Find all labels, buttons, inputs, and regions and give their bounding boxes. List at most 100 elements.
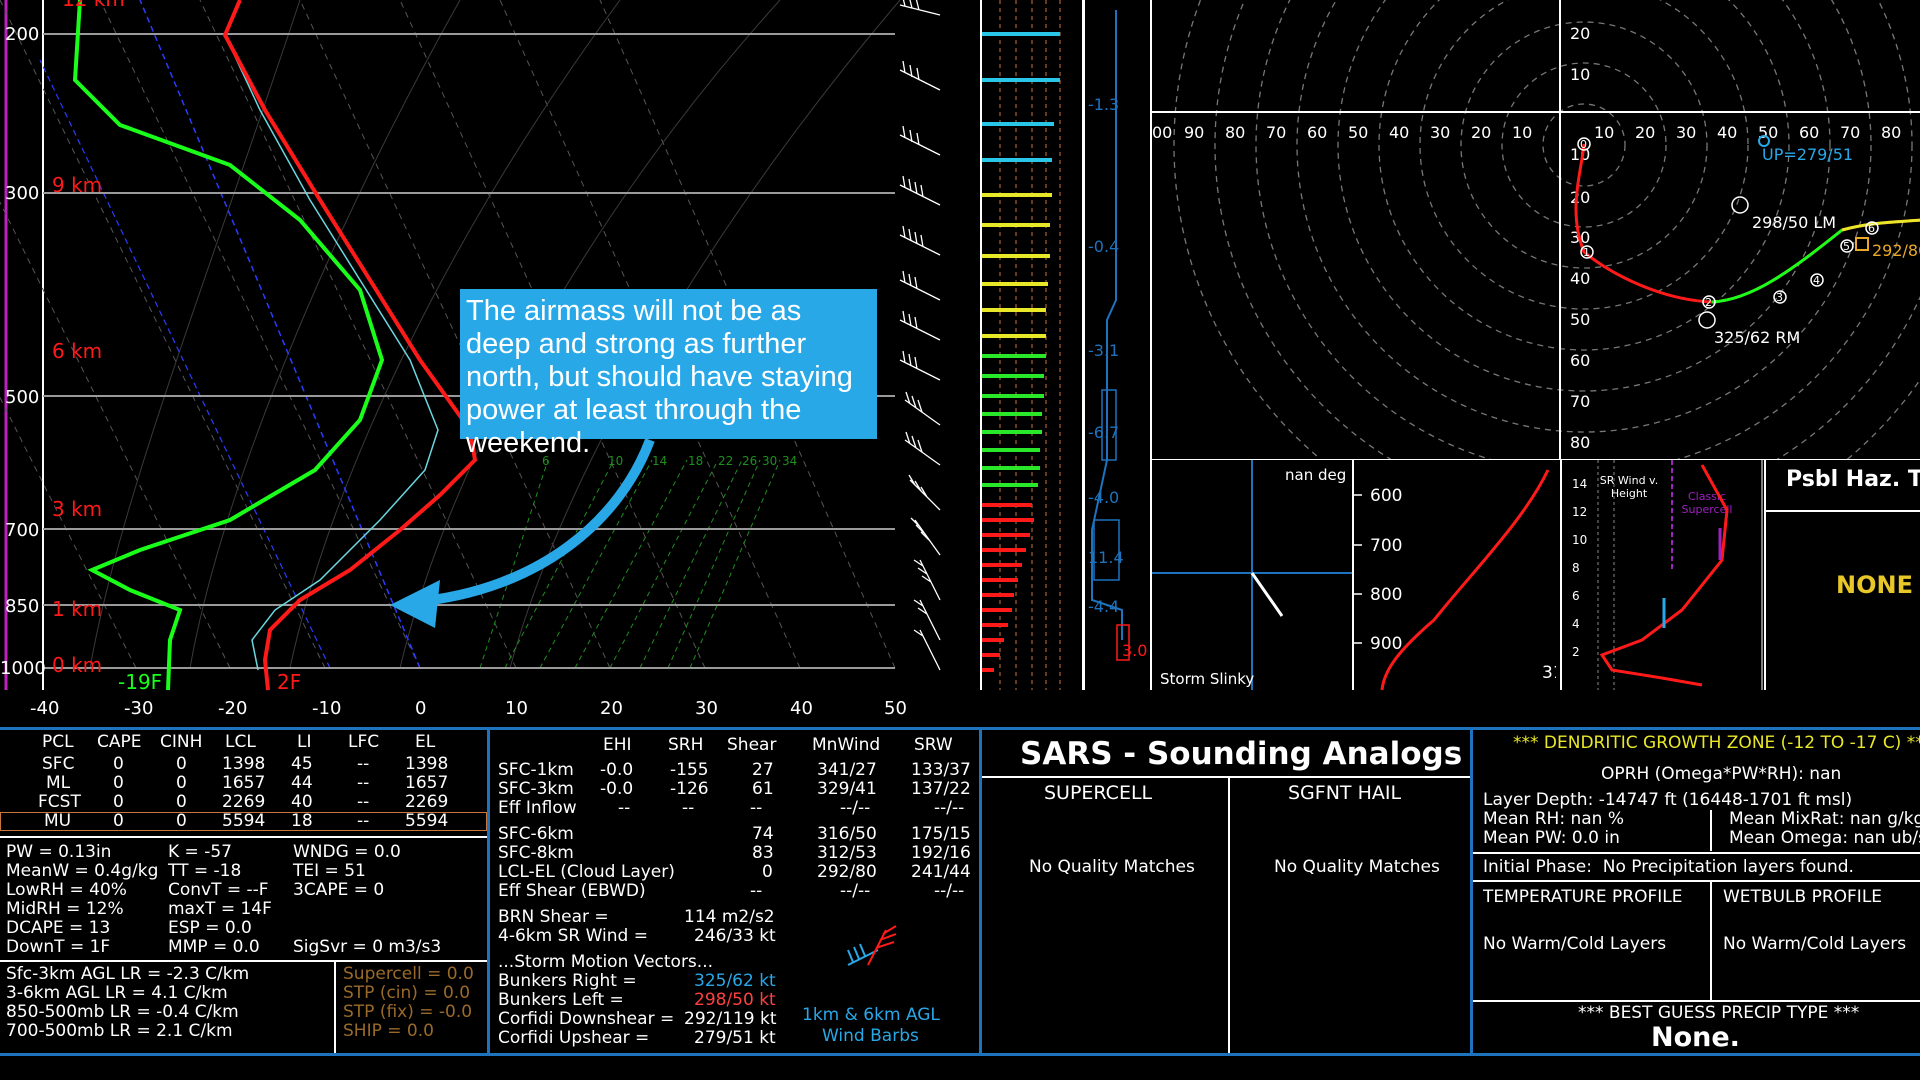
parcel-row[interactable]: SFC 0 0 1398 45 -- 1398 xyxy=(0,755,487,774)
hodo-x-label: 70 xyxy=(1840,123,1860,142)
parcel-cell: 0 xyxy=(176,754,187,774)
slinky-title: nan deg xyxy=(1285,466,1346,484)
lapse-rate: 700-500mb LR = 2.1 C/km xyxy=(6,1021,233,1041)
kin-row[interactable]: LCL-EL (Cloud Layer) 0 292/80 241/44 xyxy=(498,863,978,882)
theta-label: 900 xyxy=(1370,634,1402,654)
kin-cell: 329/41 xyxy=(817,779,877,799)
hodo-y-label: 20 xyxy=(1570,188,1590,207)
parcel-cell: 2269 xyxy=(222,792,266,812)
kin-cell: --/-- xyxy=(934,798,965,818)
parcel-cell: ML xyxy=(46,773,71,793)
parcel-header: LFC xyxy=(348,732,380,752)
kin-cell: 192/16 xyxy=(911,843,971,863)
kin-cell: 341/27 xyxy=(817,760,877,780)
hodo-x-label: 90 xyxy=(1184,123,1204,142)
hodo-up-label: UP=279/51 xyxy=(1762,145,1853,164)
mixing-ratio-label: 26 xyxy=(742,454,757,468)
kin-cell: 0 xyxy=(762,862,773,882)
parcel-row[interactable]: FCST 0 0 2269 40 -- 2269 xyxy=(0,793,487,812)
sars-supercell-result: No Quality Matches xyxy=(1029,857,1195,877)
parcel-panel: PCL CAPE CINH LCL LI LFC EL SFC 0 0 1398… xyxy=(0,730,487,1053)
hodo-point: 6 xyxy=(1868,222,1875,235)
corfidi-down-value: 292/119 kt xyxy=(684,1009,777,1029)
hodo-x-label: 80 xyxy=(1225,123,1245,142)
parcel-cell: -- xyxy=(357,792,370,812)
bunkers-right-label: Bunkers Right = xyxy=(498,971,637,991)
parcel-cell: 0 xyxy=(113,773,124,793)
theta-label: 600 xyxy=(1370,486,1402,506)
index-value: ConvT = --F xyxy=(168,880,269,900)
dgz-panel: *** DENDRITIC GROWTH ZONE (-12 TO -17 C)… xyxy=(1473,730,1920,1053)
parcel-cell: 0 xyxy=(176,792,187,812)
index-value: MeanW = 0.4g/kg xyxy=(6,861,159,881)
sr-y-label: 10 xyxy=(1572,533,1587,547)
parcel-header: EL xyxy=(415,732,436,752)
parcel-cell: -- xyxy=(357,773,370,793)
hodo-y-label: 50 xyxy=(1570,310,1590,329)
kin-row[interactable]: Eff Shear (EBWD) -- --/-- --/-- xyxy=(498,882,978,901)
hodo-x-label: 10 xyxy=(1512,123,1532,142)
mixing-ratio-label: 34 xyxy=(782,454,797,468)
dgz-mean-rh: Mean RH: nan % xyxy=(1483,809,1624,829)
surface-dewpoint-label: -19F xyxy=(118,670,162,694)
parcel-header: CINH xyxy=(160,732,203,752)
parcel-cell: 0 xyxy=(176,773,187,793)
hodo-upper-label: 10 xyxy=(1570,65,1590,84)
parcel-cell: 1657 xyxy=(405,773,449,793)
index-value: TEI = 51 xyxy=(293,861,366,881)
hodo-point: 3 xyxy=(1776,291,1783,304)
kin-row[interactable]: SFC-1km -0.0 -155 27 341/27 133/37 xyxy=(498,761,978,780)
kin-cell: 241/44 xyxy=(911,862,971,882)
parcel-cell: 2269 xyxy=(405,792,449,812)
theta-label: 800 xyxy=(1370,585,1402,605)
sr-y-label: 2 xyxy=(1572,645,1580,659)
inferred-label: -0.4 xyxy=(1088,237,1119,256)
parcel-cell: 44 xyxy=(291,773,313,793)
kin-cell: 316/50 xyxy=(817,824,877,844)
hodo-point: 1 xyxy=(1583,246,1590,259)
kin-row[interactable]: SFC-8km 83 312/53 192/16 xyxy=(498,844,978,863)
parcel-cell: 45 xyxy=(291,754,313,774)
mini-wind-barbs xyxy=(847,925,897,966)
bunkers-left-label: Bunkers Left = xyxy=(498,990,624,1010)
theta-panel: 600 700 800 900 31 xyxy=(1354,460,1556,690)
storm-motion-title: ...Storm Motion Vectors... xyxy=(498,952,713,972)
sr46-label: 4-6km SR Wind = xyxy=(498,926,648,946)
dgz-mean-pw: Mean PW: 0.0 in xyxy=(1483,828,1620,848)
mixing-ratio-label: 22 xyxy=(718,454,733,468)
kin-cell: -- xyxy=(618,798,631,818)
hodo-y-label: 80 xyxy=(1570,433,1590,452)
theta-label: 700 xyxy=(1370,536,1402,556)
kin-cell: 83 xyxy=(752,843,774,863)
bunkers-left-value: 298/50 kt xyxy=(694,990,776,1010)
dgz-wetbulb-result: No Warm/Cold Layers xyxy=(1723,934,1907,954)
index-value: MidRH = 12% xyxy=(6,899,124,919)
hodo-lm-label: 298/50 LM xyxy=(1752,213,1836,232)
kin-cell: 27 xyxy=(752,760,774,780)
dgz-initial-phase: Initial Phase: No Precipitation layers f… xyxy=(1483,857,1854,877)
index-value: LowRH = 40% xyxy=(6,880,127,900)
kin-row[interactable]: SFC-3km -0.0 -126 61 329/41 137/22 xyxy=(498,780,978,799)
height-label: 1 km xyxy=(52,597,102,621)
temp-tick: 30 xyxy=(695,698,718,719)
parcel-cell: FCST xyxy=(38,792,81,812)
hodo-point: 0 xyxy=(1580,138,1587,151)
surface-temp-label: 2F xyxy=(277,670,301,694)
inferred-label: -4.0 xyxy=(1088,488,1119,507)
hazard-value: NONE xyxy=(1836,571,1913,599)
hodo-y-label: 70 xyxy=(1570,392,1590,411)
index-value: DownT = 1F xyxy=(6,937,111,957)
parcel-cell: 0 xyxy=(176,811,187,831)
kin-cell: --/-- xyxy=(840,881,871,901)
sr46-value: 246/33 kt xyxy=(694,926,776,946)
hodo-x-label: 50 xyxy=(1348,123,1368,142)
temp-tick: 0 xyxy=(415,698,426,719)
parcel-row[interactable]: ML 0 0 1657 44 -- 1657 xyxy=(0,774,487,793)
dgz-layer-depth: Layer Depth: -14747 ft (16448-1701 ft ms… xyxy=(1483,790,1853,810)
kin-header: Shear xyxy=(727,735,777,755)
sr-y-label: 4 xyxy=(1572,617,1580,631)
kin-row[interactable]: Eff Inflow -- -- -- --/-- --/-- xyxy=(498,799,978,818)
kin-row[interactable]: SFC-6km 74 316/50 175/15 xyxy=(498,825,978,844)
parcel-row-selected[interactable]: MU 0 0 5594 18 -- 5594 xyxy=(0,812,487,831)
parcel-cell: -- xyxy=(357,754,370,774)
